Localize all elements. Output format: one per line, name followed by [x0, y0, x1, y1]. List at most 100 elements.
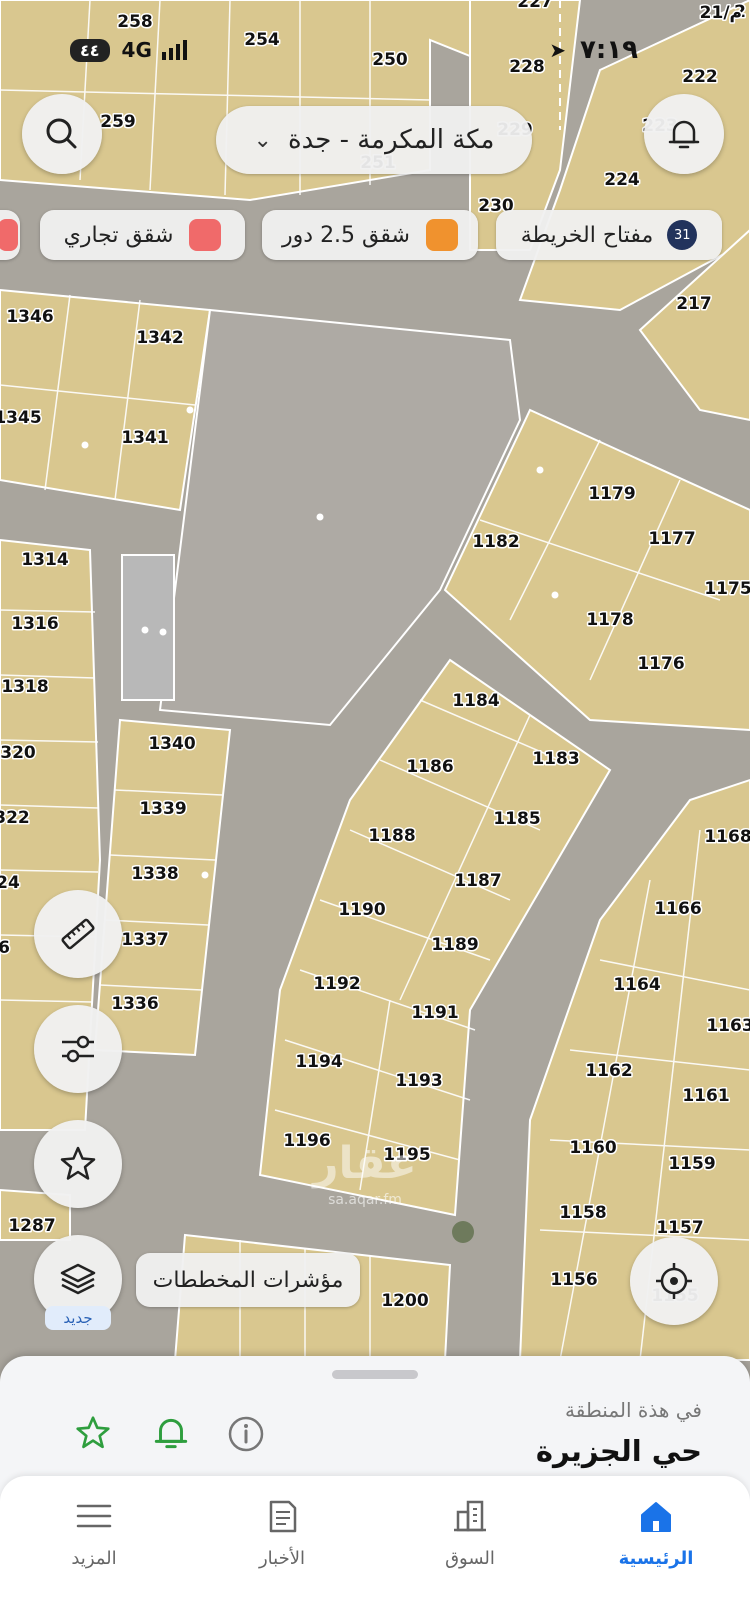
plot-number-label[interactable]: 222	[681, 66, 720, 89]
plot-number-label[interactable]: 259	[99, 111, 138, 134]
plot-number-label[interactable]: 250	[371, 49, 410, 72]
plans-indicators-button[interactable]: مؤشرات المخططات	[136, 1253, 360, 1307]
plot-number-label[interactable]: 322	[0, 807, 31, 830]
plot-number-label[interactable]: 1338	[130, 863, 180, 886]
location-arrow-icon: ➤	[549, 38, 566, 62]
status-left: ٤٤ 4G	[70, 28, 187, 72]
chevron-down-icon: ⌄	[253, 127, 272, 153]
tab-home[interactable]: الرئيسية	[576, 1476, 736, 1586]
plot-number-label[interactable]: 1166	[653, 898, 703, 921]
plot-number-label[interactable]: 227	[516, 0, 555, 14]
plot-number-label[interactable]: 1193	[394, 1070, 444, 1093]
tab-label: السوق	[445, 1547, 495, 1569]
area-info-button[interactable]	[226, 1414, 266, 1454]
area-favorite-button[interactable]	[72, 1412, 114, 1454]
measure-button[interactable]	[34, 890, 122, 978]
filters-button[interactable]	[34, 1005, 122, 1093]
plot-number-label[interactable]: 24	[0, 872, 21, 895]
plot-number-label[interactable]: 1164	[612, 974, 662, 997]
plot-number-label[interactable]: 1162	[584, 1060, 634, 1083]
plot-number-label[interactable]: 1159	[667, 1153, 717, 1176]
plot-number-label[interactable]: 1339	[138, 798, 188, 821]
sheet-drag-handle[interactable]	[332, 1370, 418, 1379]
plot-number-label[interactable]: 1341	[120, 427, 170, 450]
plot-number-label[interactable]: 1183	[531, 748, 581, 771]
plot-number-label[interactable]: 1342	[135, 327, 185, 350]
plot-number-label[interactable]: 1318	[0, 676, 50, 699]
plot-number-label[interactable]: 1188	[367, 825, 417, 848]
plot-number-label[interactable]: 1168	[703, 826, 750, 849]
plot-number-label[interactable]: 320	[0, 742, 37, 765]
small-parcel	[121, 554, 175, 701]
legend-swatch	[189, 219, 222, 251]
plot-number-label[interactable]: 6	[0, 937, 11, 960]
plot-number-label[interactable]: 1163	[705, 1015, 750, 1038]
new-badge: جديد	[45, 1306, 111, 1330]
map-key-badge: 31	[667, 220, 698, 250]
notifications-button[interactable]	[644, 94, 724, 174]
plot-number-label[interactable]: 1191	[410, 1002, 460, 1025]
plot-number-label[interactable]: 1160	[568, 1137, 618, 1160]
crosshair-icon	[656, 1263, 692, 1299]
tab-news[interactable]: الأخبار	[202, 1476, 362, 1586]
plot-number-label[interactable]: 1314	[20, 549, 70, 572]
ruler-icon	[61, 918, 95, 950]
legend-chip-apartments[interactable]: شقق 2.5 دور	[262, 210, 478, 260]
legend-label: شقق 2.5 دور	[282, 222, 410, 248]
star-icon	[60, 1146, 96, 1180]
plot-number-label[interactable]: 1175	[703, 578, 750, 601]
menu-icon	[76, 1504, 112, 1527]
status-time: ٧:١٩	[579, 35, 638, 65]
tab-more[interactable]: المزيد	[14, 1476, 174, 1586]
plot-number-label[interactable]: 217	[675, 293, 714, 316]
tab-label: الرئيسية	[618, 1547, 694, 1569]
plot-number-label[interactable]: 1346	[5, 306, 55, 329]
plot-number-label[interactable]: 1185	[492, 808, 542, 831]
city-selector[interactable]: ⌄ مكة المكرمة - جدة	[216, 106, 532, 174]
plot-number-label[interactable]: 1340	[147, 733, 197, 756]
favorites-button[interactable]	[34, 1120, 122, 1208]
area-subtitle: في هذة المنطقة	[565, 1398, 702, 1422]
plot-number-label[interactable]: 1178	[585, 609, 635, 632]
locate-me-button[interactable]	[630, 1237, 718, 1325]
plot-number-label[interactable]: 1336	[110, 993, 160, 1016]
map-key-label: مفتاح الخريطة	[520, 222, 654, 248]
plot-number-label[interactable]: 1177	[647, 528, 697, 551]
plot-number-label[interactable]: 1184	[451, 690, 501, 713]
city-label: مكة المكرمة - جدة	[287, 125, 495, 155]
plot-number-label[interactable]: 1192	[312, 973, 362, 996]
plot-number-label[interactable]: 1345	[0, 407, 43, 430]
plot-number-label[interactable]: 1161	[681, 1085, 731, 1108]
plot-number-label[interactable]: 1337	[120, 929, 170, 952]
plot-number-label[interactable]: 228	[508, 56, 547, 79]
search-button[interactable]	[22, 94, 102, 174]
plot-number-label[interactable]: 1176	[636, 653, 686, 676]
plot-number-label[interactable]: 1190	[337, 899, 387, 922]
sliders-icon	[62, 1035, 94, 1063]
plot-number-label[interactable]: 1179	[587, 483, 637, 506]
plot-number-label[interactable]: 1189	[430, 934, 480, 957]
plot-number-label[interactable]: 224	[603, 169, 642, 192]
home-icon	[641, 1501, 671, 1532]
area-alert-button[interactable]	[150, 1412, 192, 1454]
plot-number-label[interactable]: 1200	[380, 1290, 430, 1313]
status-right: ➤ ٧:١٩	[549, 28, 638, 72]
legend-chip-partial[interactable]	[0, 210, 20, 260]
plot-number-label[interactable]: 1287	[7, 1215, 57, 1238]
plot-number-label[interactable]: 1156	[549, 1269, 599, 1292]
plot-number-label[interactable]: 254	[243, 29, 282, 52]
legend-chip-commercial[interactable]: شقق تجاري	[40, 210, 245, 260]
tab-label: الأخبار	[258, 1547, 305, 1569]
plot-number-label[interactable]: 1186	[405, 756, 455, 779]
plot-number-label[interactable]: 1194	[294, 1051, 344, 1074]
plot-number-label[interactable]: 1157	[655, 1217, 705, 1240]
tab-market[interactable]: السوق	[390, 1476, 550, 1586]
info-icon	[228, 1416, 264, 1452]
map-key-button[interactable]: مفتاح الخريطة 31	[496, 210, 722, 260]
plot-number-label[interactable]: 1182	[471, 531, 521, 554]
plot-number-label[interactable]: 1187	[453, 870, 503, 893]
plot-number-label[interactable]: 1316	[10, 613, 60, 636]
bell-icon	[154, 1419, 188, 1449]
plot-number-label[interactable]: 1158	[558, 1202, 608, 1225]
legend-label: شقق تجاري	[63, 222, 174, 248]
